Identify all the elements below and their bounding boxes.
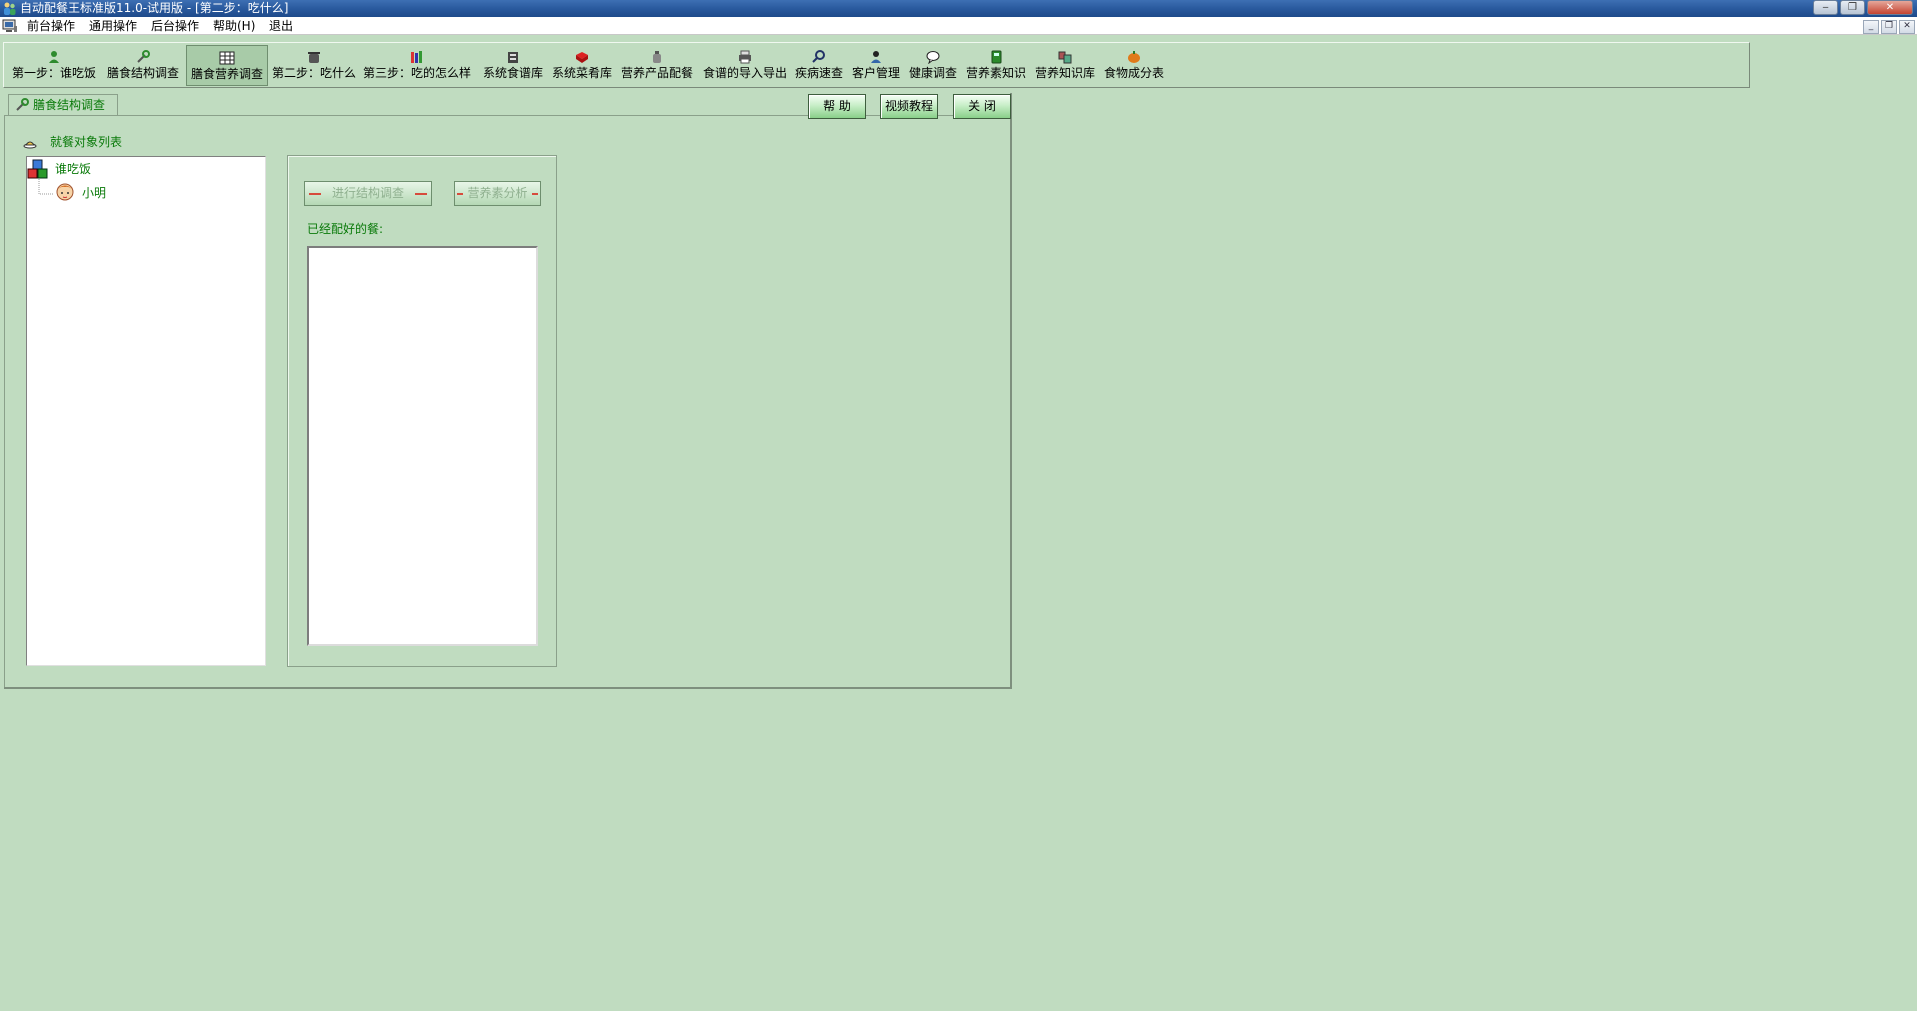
toolbar-label: 营养知识库 <box>1034 66 1095 80</box>
books-icon <box>411 51 422 63</box>
library-icon <box>1058 51 1072 64</box>
toolbar-diet-structure-survey[interactable]: 膳食结构调查 <box>103 45 183 86</box>
dish-icon <box>23 141 37 149</box>
wrench-icon <box>16 98 29 111</box>
search-icon <box>812 50 825 63</box>
toolbar-nutrition-knowledge-base[interactable]: 营养知识库 <box>1032 45 1098 86</box>
toolbar-label: 食物成分表 <box>1103 66 1164 80</box>
toolbar-label: 健康调查 <box>908 66 957 80</box>
person-icon <box>49 51 59 63</box>
tree-item-xiaoming[interactable]: 小明 <box>82 186 106 201</box>
toolbar-what-to-eat[interactable]: 第二步：吃什么 <box>270 45 358 86</box>
menu-general-operations[interactable]: 通用操作 <box>89 18 137 34</box>
toolbar-label: 膳食结构调查 <box>106 66 179 80</box>
mdi-restore-button[interactable]: ❐ <box>1881 20 1897 34</box>
speech-bubble-icon <box>926 51 940 64</box>
nutrient-analysis-label: 营养素分析 <box>467 186 528 200</box>
child-avatar-icon <box>56 183 74 201</box>
mark-left <box>309 193 321 195</box>
minimize-button[interactable]: ‒ <box>1813 0 1838 15</box>
wrench-icon <box>137 50 150 63</box>
pumpkin-icon <box>1128 51 1140 63</box>
nutrient-analysis-button[interactable]: 营养素分析 <box>454 181 541 206</box>
toolbar-system-dishes[interactable]: 系统菜肴库 <box>549 45 615 86</box>
menu-front-operations[interactable]: 前台操作 <box>27 18 75 34</box>
toolbar-label: 食谱的导入导出 <box>702 66 787 80</box>
user-icon <box>871 51 881 63</box>
configured-meals-list[interactable] <box>307 246 538 646</box>
toolbar-label: 系统食谱库 <box>482 66 543 80</box>
menu-exit[interactable]: 退出 <box>269 18 293 34</box>
help-button[interactable]: 帮 助 <box>808 94 866 119</box>
toolbar-customer-management[interactable]: 客户管理 <box>849 45 903 86</box>
bottle-icon <box>653 51 661 63</box>
diner-list-header: 就餐对象列表 <box>50 135 123 149</box>
toolbar-label: 第二步：吃什么 <box>271 66 356 80</box>
toolbar-label: 客户管理 <box>851 66 900 80</box>
mark-left <box>457 193 463 195</box>
toolbar-how-eaten[interactable]: 第三步：吃的怎么样 <box>362 45 472 86</box>
close-window-button[interactable]: 关 闭 <box>953 94 1011 119</box>
toolbar-who-eats[interactable]: 第一步：谁吃饭 <box>10 45 98 86</box>
toolbar-system-recipes[interactable]: 系统食谱库 <box>480 45 546 86</box>
app-people-icon <box>4 2 16 15</box>
close-button[interactable]: ✕ <box>1867 0 1913 15</box>
toolbar-nutrient-knowledge[interactable]: 营养素知识 <box>963 45 1029 86</box>
structure-survey-button[interactable]: 进行结构调查 <box>304 181 432 206</box>
printer-icon <box>739 50 751 64</box>
window-title: 自动配餐王标准版11.0-试用版 - [第二步：吃什么] <box>20 1 289 15</box>
toolbar-label: 第三步：吃的怎么样 <box>362 66 471 80</box>
diner-tree: 谁吃饭 小明 <box>26 156 266 666</box>
video-tutorial-button[interactable]: 视频教程 <box>880 94 938 119</box>
menu-help[interactable]: 帮助(H) <box>213 18 255 34</box>
menu-back-operations[interactable]: 后台操作 <box>151 18 199 34</box>
toolbar-label: 膳食营养调查 <box>190 67 263 81</box>
book-icon <box>576 52 588 63</box>
mdi-minimize-button[interactable]: _ <box>1863 20 1879 34</box>
toolbar-label: 系统菜肴库 <box>551 66 612 80</box>
toolbar-nutrition-products[interactable]: 营养产品配餐 <box>618 45 696 86</box>
toolbar: 第一步：谁吃饭 膳食结构调查 膳食营养调查 第二步：吃什么 第三步：吃的怎么样 … <box>3 42 1750 88</box>
toolbar-label: 营养产品配餐 <box>620 66 693 80</box>
table-icon <box>219 51 235 65</box>
toolbar-recipe-import-export[interactable]: 食谱的导入导出 <box>700 45 790 86</box>
toolbar-label: 第一步：谁吃饭 <box>11 66 96 80</box>
mdi-close-button[interactable]: ✕ <box>1899 20 1915 34</box>
title-bar: 自动配餐王标准版11.0-试用版 - [第二步：吃什么] ‒ ❐ ✕ <box>0 0 1917 17</box>
notebook-icon <box>991 50 1002 64</box>
configured-meals-label: 已经配好的餐: <box>307 222 384 236</box>
system-menu-icon[interactable] <box>2 18 18 34</box>
menu-bar: 前台操作 通用操作 后台操作 帮助(H) 退出 _ ❐ ✕ <box>0 17 1917 35</box>
toolbar-diet-nutrition-survey[interactable]: 膳食营养调查 <box>186 45 268 86</box>
tree-root-label[interactable]: 谁吃饭 <box>55 162 91 177</box>
toolbar-health-survey[interactable]: 健康调查 <box>906 45 960 86</box>
restore-button[interactable]: ❐ <box>1840 0 1865 15</box>
mark-right <box>415 193 427 195</box>
toolbar-disease-lookup[interactable]: 疾病速查 <box>792 45 846 86</box>
tab-label: 膳食结构调查 <box>33 98 106 112</box>
mark-right <box>532 193 538 195</box>
pot-icon <box>308 52 320 63</box>
database-icon <box>508 52 518 63</box>
cubes-icon <box>27 159 48 179</box>
toolbar-label: 疾病速查 <box>794 66 843 80</box>
toolbar-food-composition[interactable]: 食物成分表 <box>1101 45 1167 86</box>
toolbar-label: 营养素知识 <box>965 66 1026 80</box>
structure-survey-label: 进行结构调查 <box>331 186 404 200</box>
tab-diet-structure-survey[interactable]: 膳食结构调查 <box>8 94 118 115</box>
